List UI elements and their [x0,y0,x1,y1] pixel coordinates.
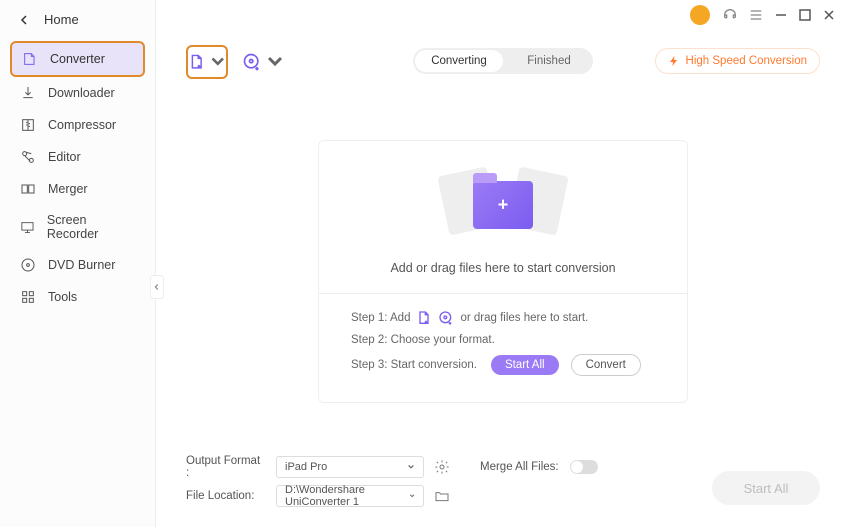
tab-converting[interactable]: Converting [415,50,503,72]
step2-text: Step 2: Choose your format. [351,334,495,346]
sidebar-item-converter[interactable]: Converter [10,41,145,77]
sidebar-item-label: Editor [48,150,81,164]
sidebar-item-editor[interactable]: Editor [10,141,145,173]
file-location-select[interactable]: D:\Wondershare UniConverter 1 [276,485,424,507]
sidebar-item-label: Downloader [48,86,115,100]
tools-icon [20,289,36,305]
step1-suffix: or drag files here to start. [460,312,588,324]
dropzone[interactable]: + Add or drag files here to start conver… [318,140,688,403]
hsc-label: High Speed Conversion [686,55,807,67]
sidebar-item-merger[interactable]: Merger [10,173,145,205]
chevron-down-icon [407,463,415,471]
merge-all-label: Merge All Files: [480,461,560,473]
add-disc-icon [242,52,262,72]
chevron-down-icon [409,492,415,500]
dvd-icon [20,257,36,273]
sidebar-item-label: Merger [48,182,88,196]
convert-pill-button[interactable]: Convert [571,354,641,376]
sidebar-item-label: Screen Recorder [47,213,135,241]
sidebar-item-label: Converter [50,52,105,66]
add-file-button[interactable] [186,45,228,79]
tab-finished[interactable]: Finished [505,48,593,74]
merger-icon [20,181,36,197]
editor-icon [20,149,36,165]
step1-prefix: Step 1: Add [351,312,410,324]
main-panel: Converting Finished High Speed Conversio… [156,0,850,527]
chevron-down-icon [209,53,227,71]
sidebar-item-dvd-burner[interactable]: DVD Burner [10,249,145,281]
step3-text: Step 3: Start conversion. [351,359,477,371]
sidebar-item-downloader[interactable]: Downloader [10,77,145,109]
home-button[interactable]: Home [0,0,155,37]
file-location-label: File Location: [186,490,266,502]
high-speed-button[interactable]: High Speed Conversion [655,48,820,74]
merge-all-toggle[interactable] [570,460,598,474]
sidebar-item-label: Compressor [48,118,116,132]
sidebar-item-label: Tools [48,290,77,304]
sidebar-item-screen-recorder[interactable]: Screen Recorder [10,205,145,249]
add-file-icon [416,310,432,326]
chevron-down-icon [265,52,285,72]
output-format-select[interactable]: iPad Pro [276,456,424,478]
add-disc-icon [438,310,454,326]
start-all-button[interactable]: Start All [712,471,820,505]
sidebar-item-compressor[interactable]: Compressor [10,109,145,141]
dropzone-message: Add or drag files here to start conversi… [339,261,667,275]
add-file-icon [188,53,206,71]
lightning-icon [668,55,680,67]
folder-open-icon[interactable] [434,488,450,504]
folder-illustration: + [443,163,563,243]
recorder-icon [20,219,35,235]
add-disc-button[interactable] [242,52,285,72]
output-format-label: Output Format : [186,455,266,479]
settings-icon[interactable] [434,459,450,475]
home-label: Home [44,12,79,27]
dropzone-steps: Step 1: Add or drag files here to start.… [319,293,687,402]
converter-icon [22,51,38,67]
output-format-value: iPad Pro [285,461,327,473]
sidebar-item-label: DVD Burner [48,258,115,272]
file-location-value: D:\Wondershare UniConverter 1 [285,484,409,508]
startall-pill-button[interactable]: Start All [491,355,559,375]
chevron-left-icon [20,15,30,25]
compressor-icon [20,117,36,133]
sidebar-item-tools[interactable]: Tools [10,281,145,313]
status-tabs: Converting Finished [413,48,593,74]
downloader-icon [20,85,36,101]
sidebar: Home Converter Downloader Compressor Edi… [0,0,156,527]
